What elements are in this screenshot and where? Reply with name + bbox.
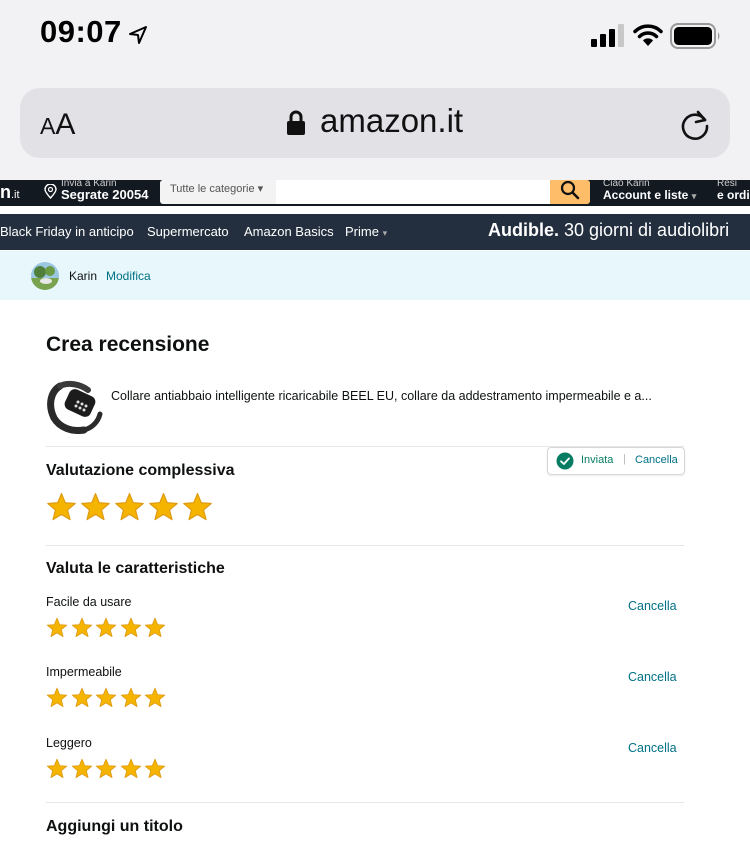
- product-title[interactable]: Collare antiabbaio intelligente ricarica…: [111, 389, 652, 403]
- cellular-signal-icon: [591, 24, 624, 47]
- lock-icon: [287, 110, 305, 135]
- text-size-button[interactable]: AA: [40, 108, 75, 142]
- feature-cancel-link[interactable]: Cancella: [628, 599, 677, 613]
- feature-label-impermeabile: Impermeabile: [46, 665, 122, 679]
- status-sent-label: Inviata: [581, 454, 614, 466]
- overall-rating-heading: Valutazione complessiva: [46, 462, 235, 479]
- feature-star-rating[interactable]: [46, 758, 166, 780]
- avatar: [31, 262, 59, 290]
- star-icon[interactable]: [80, 492, 111, 523]
- battery-icon: [670, 23, 720, 49]
- feature-star-rating[interactable]: [46, 617, 166, 639]
- submission-status: Inviata | Cancella: [547, 447, 685, 475]
- orders-label: e ordini: [717, 188, 750, 202]
- browser-chrome: 09:07 AA amazon.it: [0, 0, 750, 180]
- star-icon[interactable]: [46, 687, 68, 709]
- search-category-select[interactable]: Tutte le categorie ▾: [160, 180, 276, 204]
- search-input[interactable]: [276, 180, 550, 204]
- amazon-logo[interactable]: n.it: [0, 182, 20, 203]
- star-icon[interactable]: [120, 687, 142, 709]
- reload-icon[interactable]: [678, 108, 712, 142]
- subnav-item-amazon-basics[interactable]: Amazon Basics: [244, 224, 334, 239]
- location-arrow-icon: [129, 26, 147, 44]
- search-icon: [560, 180, 580, 200]
- audible-banner[interactable]: Audible. 30 giorni di audiolibri: [488, 220, 729, 241]
- star-icon[interactable]: [71, 617, 93, 639]
- subnav-item-black-friday[interactable]: Black Friday in anticipo: [0, 224, 134, 239]
- star-icon[interactable]: [182, 492, 213, 523]
- returns-orders[interactable]: Resi e ordini: [717, 180, 750, 202]
- star-icon[interactable]: [114, 492, 145, 523]
- star-icon[interactable]: [95, 687, 117, 709]
- wifi-icon: [633, 24, 663, 46]
- status-cancel-link[interactable]: Cancella: [635, 454, 678, 466]
- chevron-down-icon: ▾: [691, 191, 697, 201]
- star-icon[interactable]: [46, 758, 68, 780]
- star-icon[interactable]: [71, 758, 93, 780]
- star-icon[interactable]: [144, 617, 166, 639]
- star-icon[interactable]: [95, 758, 117, 780]
- overall-star-rating[interactable]: [46, 492, 213, 523]
- amazon-top-nav: n.it Invia a Karin Segrate 20054 Tutte l…: [0, 180, 750, 206]
- account-label: Account e liste ▾: [603, 188, 697, 202]
- subnav-item-prime[interactable]: Prime ▾: [345, 224, 387, 239]
- star-icon[interactable]: [148, 492, 179, 523]
- check-circle-icon: [556, 452, 574, 470]
- chevron-down-icon: ▾: [382, 228, 388, 238]
- feature-cancel-link[interactable]: Cancella: [628, 670, 677, 684]
- feature-star-rating[interactable]: [46, 687, 166, 709]
- address-bar[interactable]: AA amazon.it: [20, 88, 730, 158]
- status-separator: |: [623, 453, 626, 465]
- amazon-sub-nav: Black Friday in anticipo Supermercato Am…: [0, 214, 750, 250]
- account-menu[interactable]: Ciao Karin Account e liste ▾: [603, 180, 696, 202]
- profile-edit-link[interactable]: Modifica: [106, 269, 151, 283]
- divider: [46, 545, 684, 546]
- profile-strip: Karin Modifica: [0, 251, 750, 300]
- add-title-heading: Aggiungi un titolo: [46, 818, 183, 835]
- page-title: Crea recensione: [46, 333, 210, 356]
- deliver-location: Segrate 20054: [61, 187, 149, 202]
- url-text[interactable]: amazon.it: [320, 102, 463, 140]
- features-heading: Valuta le caratteristiche: [46, 560, 225, 577]
- divider: [46, 802, 684, 803]
- star-icon[interactable]: [120, 758, 142, 780]
- product-image: [47, 380, 103, 434]
- subnav-item-supermercato[interactable]: Supermercato: [147, 224, 229, 239]
- feature-cancel-link[interactable]: Cancella: [628, 741, 677, 755]
- star-icon[interactable]: [144, 758, 166, 780]
- star-icon[interactable]: [144, 687, 166, 709]
- star-icon[interactable]: [120, 617, 142, 639]
- feature-label-facile-da-usare: Facile da usare: [46, 595, 132, 609]
- star-icon[interactable]: [95, 617, 117, 639]
- status-time: 09:07: [40, 14, 122, 49]
- star-icon[interactable]: [46, 492, 77, 523]
- profile-name: Karin: [69, 269, 98, 283]
- star-icon[interactable]: [46, 617, 68, 639]
- star-icon[interactable]: [71, 687, 93, 709]
- search-button[interactable]: [550, 180, 590, 204]
- location-pin-icon: [44, 184, 57, 199]
- feature-label-leggero: Leggero: [46, 736, 92, 750]
